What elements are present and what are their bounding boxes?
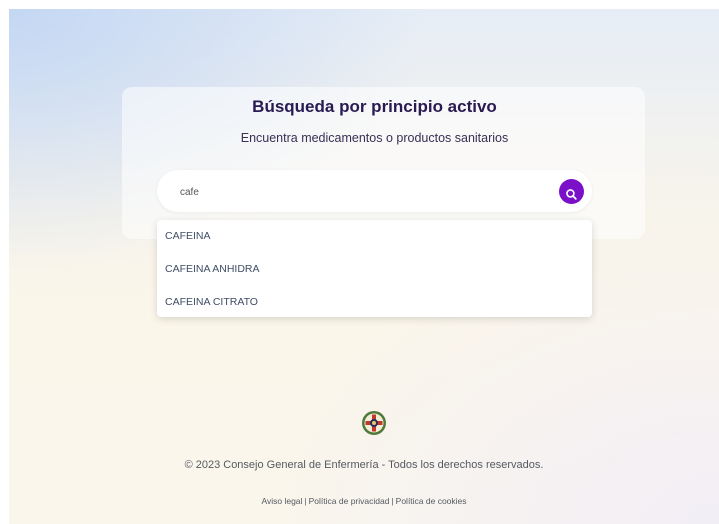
search-input[interactable] xyxy=(178,181,542,203)
cookie-policy-link[interactable]: Política de cookies xyxy=(396,496,467,506)
privacy-policy-link[interactable]: Política de privacidad xyxy=(309,496,390,506)
search-icon xyxy=(566,189,577,200)
suggestion-item[interactable]: CAFEINA xyxy=(165,230,211,242)
legal-notice-link[interactable]: Aviso legal xyxy=(261,496,302,506)
search-button[interactable] xyxy=(559,179,584,204)
page-title: Búsqueda por principio activo xyxy=(252,97,497,116)
suggestion-item[interactable]: CAFEINA CITRATO xyxy=(165,296,258,308)
suggestion-item[interactable]: CAFEINA ANHIDRA xyxy=(165,263,260,275)
link-separator: | xyxy=(391,496,394,506)
copyright-text: © 2023 Consejo General de Enfermería - T… xyxy=(184,459,544,471)
search-bar xyxy=(157,170,592,212)
link-separator: | xyxy=(304,496,307,506)
organization-emblem-icon xyxy=(361,410,387,436)
suggestions-dropdown: CAFEINA CAFEINA ANHIDRA CAFEINA CITRATO xyxy=(157,220,592,317)
page-subtitle: Encuentra medicamentos o productos sanit… xyxy=(240,131,509,145)
footer-links: Aviso legal | Política de privacidad | Polít… xyxy=(9,496,719,506)
